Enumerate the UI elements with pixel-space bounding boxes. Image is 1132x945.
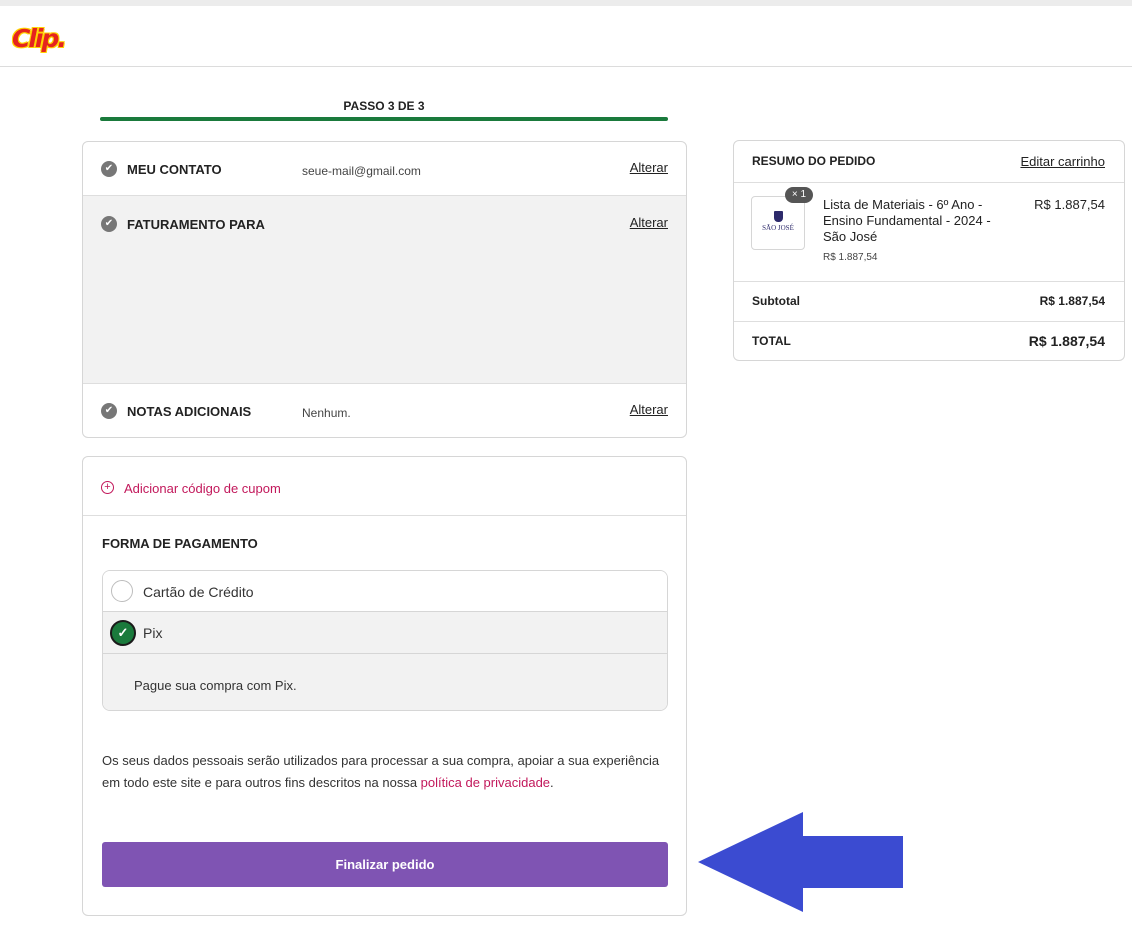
subtotal-label: Subtotal (752, 294, 800, 308)
notes-step-label: NOTAS ADICIONAIS (127, 404, 252, 419)
coupon-row[interactable]: + Adicionar código de cupom (83, 457, 686, 516)
check-icon: ✓ (117, 625, 129, 640)
add-coupon-link[interactable]: Adicionar código de cupom (124, 481, 281, 496)
school-crest-icon (774, 211, 783, 222)
order-summary-card: RESUMO DO PEDIDO Editar carrinho SÃO JOS… (733, 140, 1125, 361)
check-circle-icon: ✔ (101, 403, 117, 419)
pix-description: Pague sua compra com Pix. (134, 678, 297, 693)
subtotal-value: R$ 1.887,54 (1039, 294, 1105, 308)
product-thumbnail: SÃO JOSÉ (751, 196, 805, 250)
payment-method-title: FORMA DE PAGAMENTO (102, 536, 258, 551)
product-name: Lista de Materiais - 6º Ano - Ensino Fun… (823, 197, 991, 244)
order-summary-header: RESUMO DO PEDIDO Editar carrinho (734, 141, 1124, 183)
edit-contact-link[interactable]: Alterar (630, 160, 668, 175)
billing-step-label: FATURAMENTO PARA (127, 217, 265, 232)
site-header: Clip. (0, 6, 1132, 67)
edit-cart-link[interactable]: Editar carrinho (1020, 154, 1105, 169)
notes-step-row: ✔ NOTAS ADICIONAIS Nenhum. Alterar (83, 384, 686, 437)
credit-card-label: Cartão de Crédito (143, 584, 254, 600)
payment-option-credit-card[interactable]: Cartão de Crédito (103, 571, 667, 612)
payment-option-pix[interactable]: ✓ Pix (103, 612, 667, 654)
privacy-notice: Os seus dados pessoais serão utilizados … (102, 750, 672, 794)
notes-value: Nenhum. (302, 406, 351, 420)
product-price: R$ 1.887,54 (1034, 197, 1105, 212)
plus-circle-icon: + (101, 481, 114, 494)
payment-options: Cartão de Crédito ✓ Pix Pague sua compra… (102, 570, 668, 711)
privacy-text: Os seus dados pessoais serão utilizados … (102, 753, 660, 790)
edit-notes-link[interactable]: Alterar (630, 402, 668, 417)
product-unit-price: R$ 1.887,54 (823, 252, 878, 263)
contact-step-label: MEU CONTATO (127, 162, 222, 177)
checkout-steps-card: ✔ MEU CONTATO seue-mail@gmail.com Altera… (82, 141, 687, 438)
check-circle-icon: ✔ (101, 161, 117, 177)
privacy-end: . (550, 775, 554, 790)
billing-step-row: ✔ FATURAMENTO PARA Alterar (83, 196, 686, 384)
arrow-left-icon (698, 812, 903, 912)
privacy-policy-link[interactable]: política de privacidade (421, 775, 550, 790)
contact-email-value: seue-mail@gmail.com (302, 164, 421, 178)
total-label: TOTAL (752, 334, 791, 348)
edit-billing-link[interactable]: Alterar (630, 215, 668, 230)
total-row: TOTAL R$ 1.887,54 (734, 321, 1124, 360)
subtotal-row: Subtotal R$ 1.887,54 (734, 281, 1124, 321)
total-value: R$ 1.887,54 (1028, 333, 1105, 349)
pix-label: Pix (143, 625, 163, 641)
credit-card-radio[interactable] (111, 580, 133, 602)
check-circle-icon: ✔ (101, 216, 117, 232)
quantity-badge: × 1 (785, 187, 813, 203)
thumbnail-brand: SÃO JOSÉ (762, 224, 794, 232)
payment-card: + Adicionar código de cupom FORMA DE PAG… (82, 456, 687, 916)
pix-radio-selected[interactable]: ✓ (110, 620, 136, 646)
place-order-button[interactable]: Finalizar pedido (102, 842, 668, 887)
clip-logo[interactable]: Clip. (12, 24, 67, 53)
checkout-progress-bar (100, 117, 668, 121)
checkout-step-label: PASSO 3 DE 3 (343, 99, 425, 113)
contact-step-row: ✔ MEU CONTATO seue-mail@gmail.com Altera… (83, 142, 686, 196)
pix-description-panel: Pague sua compra com Pix. (103, 654, 667, 710)
order-summary-title: RESUMO DO PEDIDO (752, 154, 876, 168)
